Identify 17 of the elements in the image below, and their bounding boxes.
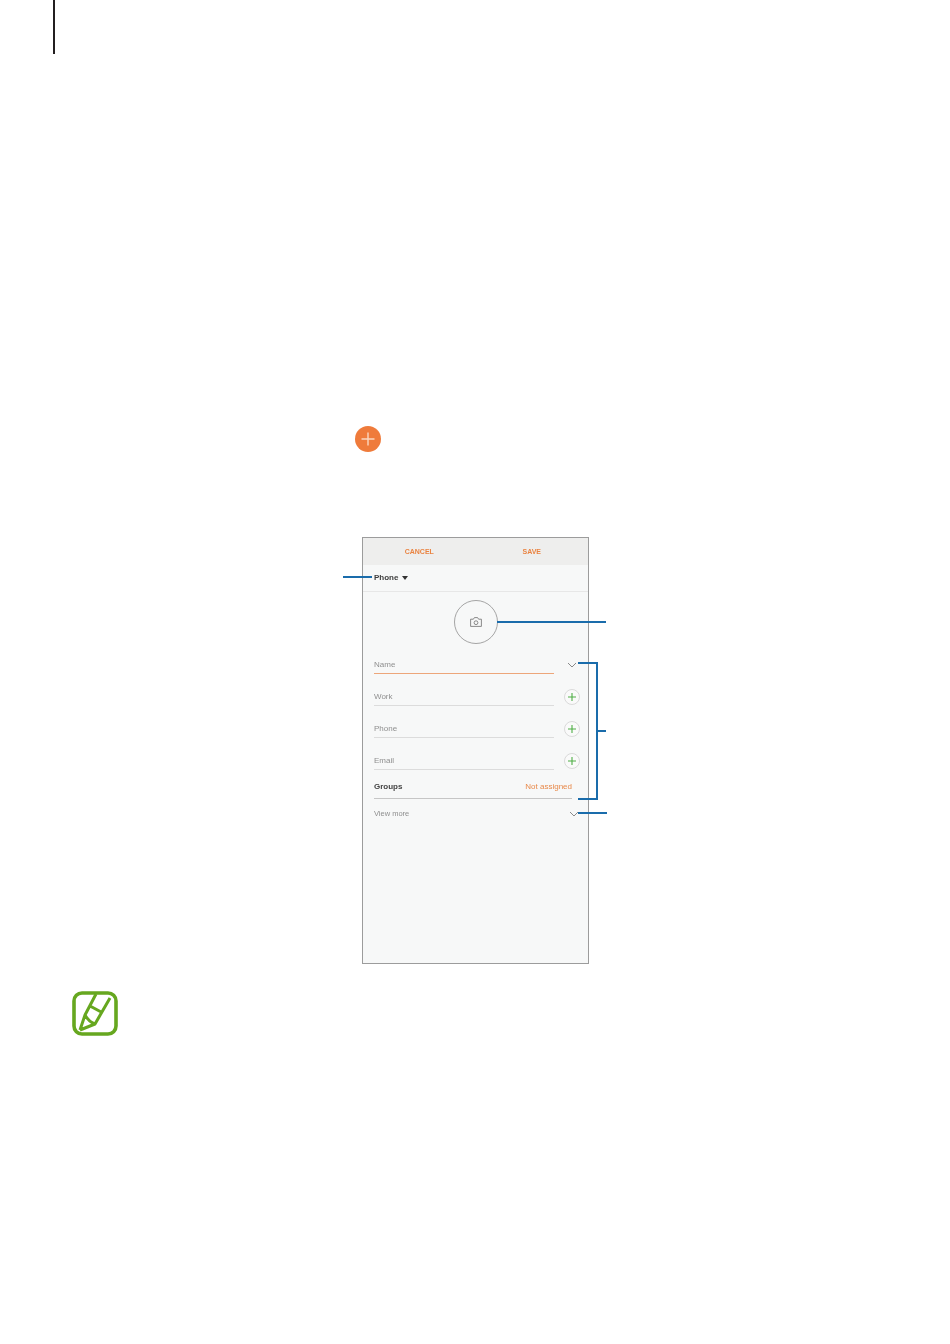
groups-value[interactable]: Not assigned [525,783,572,791]
plus-icon[interactable] [564,721,580,737]
chevron-down-icon[interactable] [567,662,577,668]
plus-icon[interactable] [564,689,580,705]
groups-label: Groups [374,783,403,791]
text-field[interactable]: Phone [374,720,554,738]
storage-dropdown[interactable]: Phone [374,574,409,582]
plus-icon[interactable] [564,753,580,769]
caret-icon [402,576,409,580]
text-field[interactable]: Work [374,688,554,706]
text-field[interactable]: Name [374,656,554,674]
add-icon [355,426,381,452]
leader-line [578,812,607,814]
camera-icon [469,617,482,627]
leader-line [343,576,372,578]
note-pencil-icon [72,991,118,1036]
text-field[interactable]: Email [374,752,554,770]
